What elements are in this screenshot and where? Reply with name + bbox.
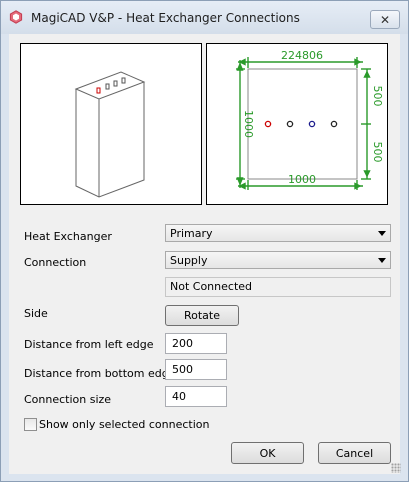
connection-point — [286, 120, 294, 128]
connection-point — [308, 120, 316, 128]
dimension-right-lower-label: 500 — [371, 142, 384, 163]
window-title: MagiCAD V&P - Heat Exchanger Connections — [31, 11, 300, 25]
close-icon: ✕ — [379, 12, 391, 27]
connection-select[interactable]: Supply — [165, 251, 391, 269]
dimension-bottom-label: 1000 — [288, 173, 316, 186]
distance-left-value: 200 — [172, 337, 193, 350]
cancel-button-label: Cancel — [335, 446, 374, 460]
dimension-left-label: 1000 — [242, 110, 255, 138]
connection-size-input[interactable]: 40 — [165, 386, 227, 407]
connection-label: Connection — [24, 256, 87, 269]
distance-left-label: Distance from left edge — [24, 338, 154, 351]
ok-button-label: OK — [259, 446, 276, 460]
distance-left-input[interactable]: 200 — [165, 333, 227, 354]
dialog-content: 224806 1000 1000 500 500 Heat Exchanger … — [9, 34, 400, 474]
connection-layout-preview: 224806 1000 1000 500 500 — [206, 43, 388, 205]
isometric-preview — [20, 43, 202, 205]
cancel-button[interactable]: Cancel — [318, 442, 391, 464]
connection-status-text: Not Connected — [170, 280, 253, 293]
dimension-top-label: 224806 — [281, 49, 323, 62]
dimension-drawing: 224806 1000 1000 500 500 — [236, 49, 384, 190]
close-button[interactable]: ✕ — [370, 10, 400, 29]
isometric-box-drawing — [74, 71, 146, 198]
connection-point — [330, 120, 338, 128]
connection-status-field: Not Connected — [165, 277, 391, 297]
rotate-button[interactable]: Rotate — [165, 305, 239, 326]
connection-size-label: Connection size — [24, 393, 112, 406]
resize-grip-icon[interactable] — [391, 463, 401, 473]
ok-button[interactable]: OK — [231, 442, 304, 464]
connection-point-selected — [264, 120, 272, 128]
heat-exchanger-label: Heat Exchanger — [24, 230, 112, 243]
distance-bottom-input[interactable]: 500 — [165, 359, 227, 380]
title-bar[interactable]: MagiCAD V&P - Heat Exchanger Connections… — [1, 1, 408, 34]
dialog-window: MagiCAD V&P - Heat Exchanger Connections… — [0, 0, 409, 482]
connection-size-value: 40 — [172, 390, 186, 403]
magicad-logo-icon — [9, 10, 23, 24]
dimension-right-upper-label: 500 — [371, 86, 384, 107]
chevron-down-icon — [378, 258, 386, 263]
distance-bottom-value: 500 — [172, 363, 193, 376]
show-only-selected-label[interactable]: Show only selected connection — [39, 418, 209, 431]
heat-exchanger-select[interactable]: Primary — [165, 224, 391, 242]
connection-points — [264, 120, 338, 128]
rotate-button-label: Rotate — [183, 309, 220, 322]
distance-bottom-label: Distance from bottom edge — [24, 367, 176, 380]
heat-exchanger-value: Primary — [170, 227, 213, 240]
connection-value: Supply — [170, 254, 208, 267]
show-only-selected-checkbox[interactable] — [24, 418, 37, 431]
side-label: Side — [24, 307, 48, 320]
chevron-down-icon — [378, 231, 386, 236]
